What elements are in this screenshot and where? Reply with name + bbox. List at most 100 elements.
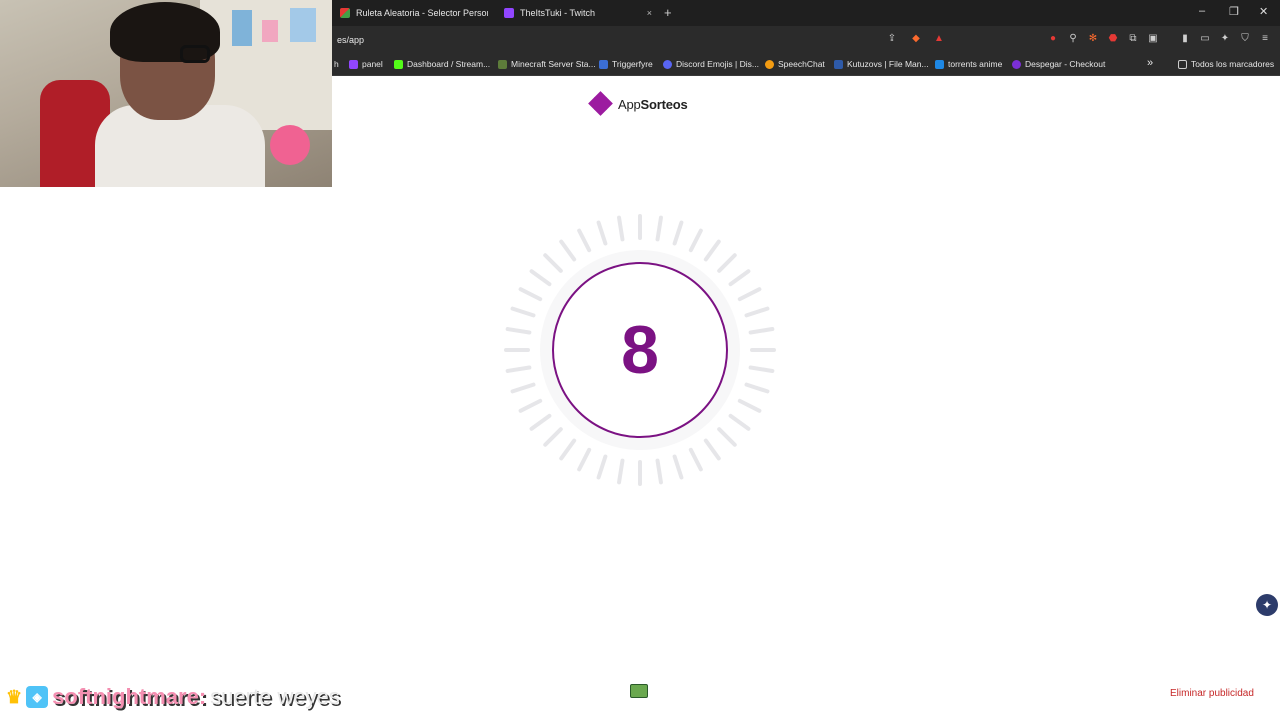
spinner-tick	[596, 454, 608, 480]
new-tab-button[interactable]: +	[664, 5, 672, 20]
app-name-bold: Sorteos	[640, 96, 688, 112]
bookmark-label: panel	[362, 59, 383, 69]
tab-title: TheItsTuki - Twitch	[520, 8, 596, 18]
appsorteos-logo-icon	[588, 91, 613, 116]
spinner-tick	[617, 458, 625, 485]
spinner-tick	[510, 306, 536, 318]
spinner-tick	[543, 253, 563, 273]
spinner-tick	[737, 398, 762, 413]
brave-rewards-icon[interactable]: ▲	[933, 33, 945, 45]
more-bookmarks-button[interactable]: »	[1147, 57, 1153, 69]
tab-search-icon[interactable]: ▣	[1147, 33, 1159, 45]
ai-sparkle-icon[interactable]: ✦	[1219, 33, 1231, 45]
spinner-tick	[559, 239, 577, 262]
spinner-tick	[518, 398, 543, 413]
screen: Ruleta Aleatoria - Selector Personaliz T…	[0, 0, 1280, 720]
restore-button[interactable]: ❐	[1229, 5, 1239, 18]
spinner-tick	[596, 220, 608, 246]
app-name-prefix: App	[618, 96, 641, 112]
app-name: AppSorteos	[618, 97, 688, 112]
spinner-tick	[748, 365, 775, 373]
extension-pin-icon[interactable]: ⚲	[1067, 33, 1079, 45]
spinner-tick	[737, 287, 762, 302]
minimize-button[interactable]: –	[1199, 5, 1205, 17]
sidebar-icon[interactable]: ▮	[1179, 33, 1191, 45]
roulette-favicon-icon	[340, 8, 350, 18]
webcam-plush	[270, 125, 310, 165]
folder-icon	[1178, 59, 1187, 69]
bookmark-label: Minecraft Server Sta...	[511, 59, 596, 69]
crown-badge-icon: ♛	[6, 686, 23, 707]
spinner-tick	[744, 306, 770, 318]
spinner-tick	[559, 438, 577, 461]
spinner-tick	[655, 458, 663, 485]
bookmark-item[interactable]: panel	[349, 59, 383, 69]
bookmark-item[interactable]: torrents anime	[935, 59, 1002, 69]
spinner-tick	[577, 447, 592, 472]
webcam-poster	[262, 20, 278, 42]
bookmark-label: Dashboard / Stream...	[407, 59, 491, 69]
tab-twitch[interactable]: TheItsTuki - Twitch ×	[496, 2, 660, 24]
cursor-overlay-icon	[630, 684, 648, 698]
bookmark-item[interactable]: Discord Emojis | Dis...	[663, 59, 759, 69]
chat-message: suerte weyes	[210, 684, 340, 709]
bookmark-item[interactable]: Despegar - Checkout	[1012, 59, 1105, 69]
webcam-overlay	[0, 0, 332, 187]
bookmark-label: torrents anime	[948, 59, 1003, 69]
webcam-poster	[232, 10, 252, 46]
spinner-tick	[543, 427, 563, 447]
share-icon[interactable]: ⇪	[886, 33, 898, 45]
window-close-button[interactable]: ✕	[1259, 5, 1268, 18]
app-logo[interactable]: AppSorteos	[588, 91, 688, 116]
bookmark-item[interactable]: Kutuzovs | File Man...	[834, 59, 929, 69]
wallet-icon[interactable]: ▭	[1199, 33, 1211, 45]
bookmark-label: SpeechChat	[778, 59, 825, 69]
extension-gear-icon[interactable]: ✻	[1087, 33, 1099, 45]
address-bar[interactable]: es/app	[337, 35, 364, 45]
tab-ruleta[interactable]: Ruleta Aleatoria - Selector Personaliz	[332, 2, 488, 24]
spinner-tick	[529, 269, 552, 287]
vpn-shield-icon[interactable]: ⛉	[1239, 33, 1251, 45]
brave-shield-icon[interactable]: ◆	[910, 33, 922, 45]
tab-close-icon[interactable]: ×	[647, 8, 652, 18]
bookmark-item[interactable]: SpeechChat	[765, 59, 825, 69]
bookmark-label: Discord Emojis | Dis...	[676, 59, 759, 69]
speechchat-icon	[765, 59, 774, 69]
countdown-number: 8	[621, 312, 659, 388]
spinner-tick	[518, 287, 543, 302]
extension-record-icon[interactable]: ●	[1047, 33, 1059, 45]
adblock-icon[interactable]: ⬣	[1107, 33, 1119, 45]
bookmark-label: h	[334, 59, 339, 69]
webcam-poster	[290, 8, 316, 42]
spinner-tick	[717, 253, 737, 273]
bookmark-item[interactable]: Triggerfyre	[599, 59, 653, 69]
bookmark-item[interactable]: Dashboard / Stream...	[394, 59, 490, 69]
menu-icon[interactable]: ≡	[1259, 33, 1271, 45]
bookmark-label: Todos los marcadores	[1191, 59, 1275, 69]
spinner-tick	[717, 427, 737, 447]
chat-username: softnightmare:	[52, 684, 207, 709]
spinner-tick	[505, 365, 532, 373]
countdown-circle: 8	[552, 262, 728, 438]
spinner-tick	[672, 220, 684, 246]
bookmark-item[interactable]: Minecraft Server Sta...	[498, 59, 596, 69]
file-manager-icon	[834, 59, 843, 69]
bookmark-item[interactable]: h	[334, 59, 339, 69]
extensions-icon[interactable]: ⧉	[1127, 33, 1139, 45]
bookmark-label: Kutuzovs | File Man...	[847, 59, 929, 69]
all-bookmarks-item[interactable]: Todos los marcadores	[1178, 59, 1274, 69]
spinner-tick	[703, 239, 721, 262]
sparkle-assistant-button[interactable]: ✦	[1256, 594, 1278, 616]
triggerfyre-icon	[599, 59, 608, 69]
webcam-glasses	[180, 45, 210, 63]
spinner-tick	[510, 382, 536, 394]
spinner-tick	[672, 454, 684, 480]
bookmark-label: Despegar - Checkout	[1025, 59, 1106, 69]
spinner-tick	[748, 327, 775, 335]
kick-icon	[394, 59, 403, 69]
remove-ads-link[interactable]: Eliminar publicidad	[1170, 688, 1254, 699]
spinner-tick	[688, 447, 703, 472]
spinner-tick	[703, 438, 721, 461]
spinner-tick	[529, 413, 552, 431]
spinner-tick	[744, 382, 770, 394]
